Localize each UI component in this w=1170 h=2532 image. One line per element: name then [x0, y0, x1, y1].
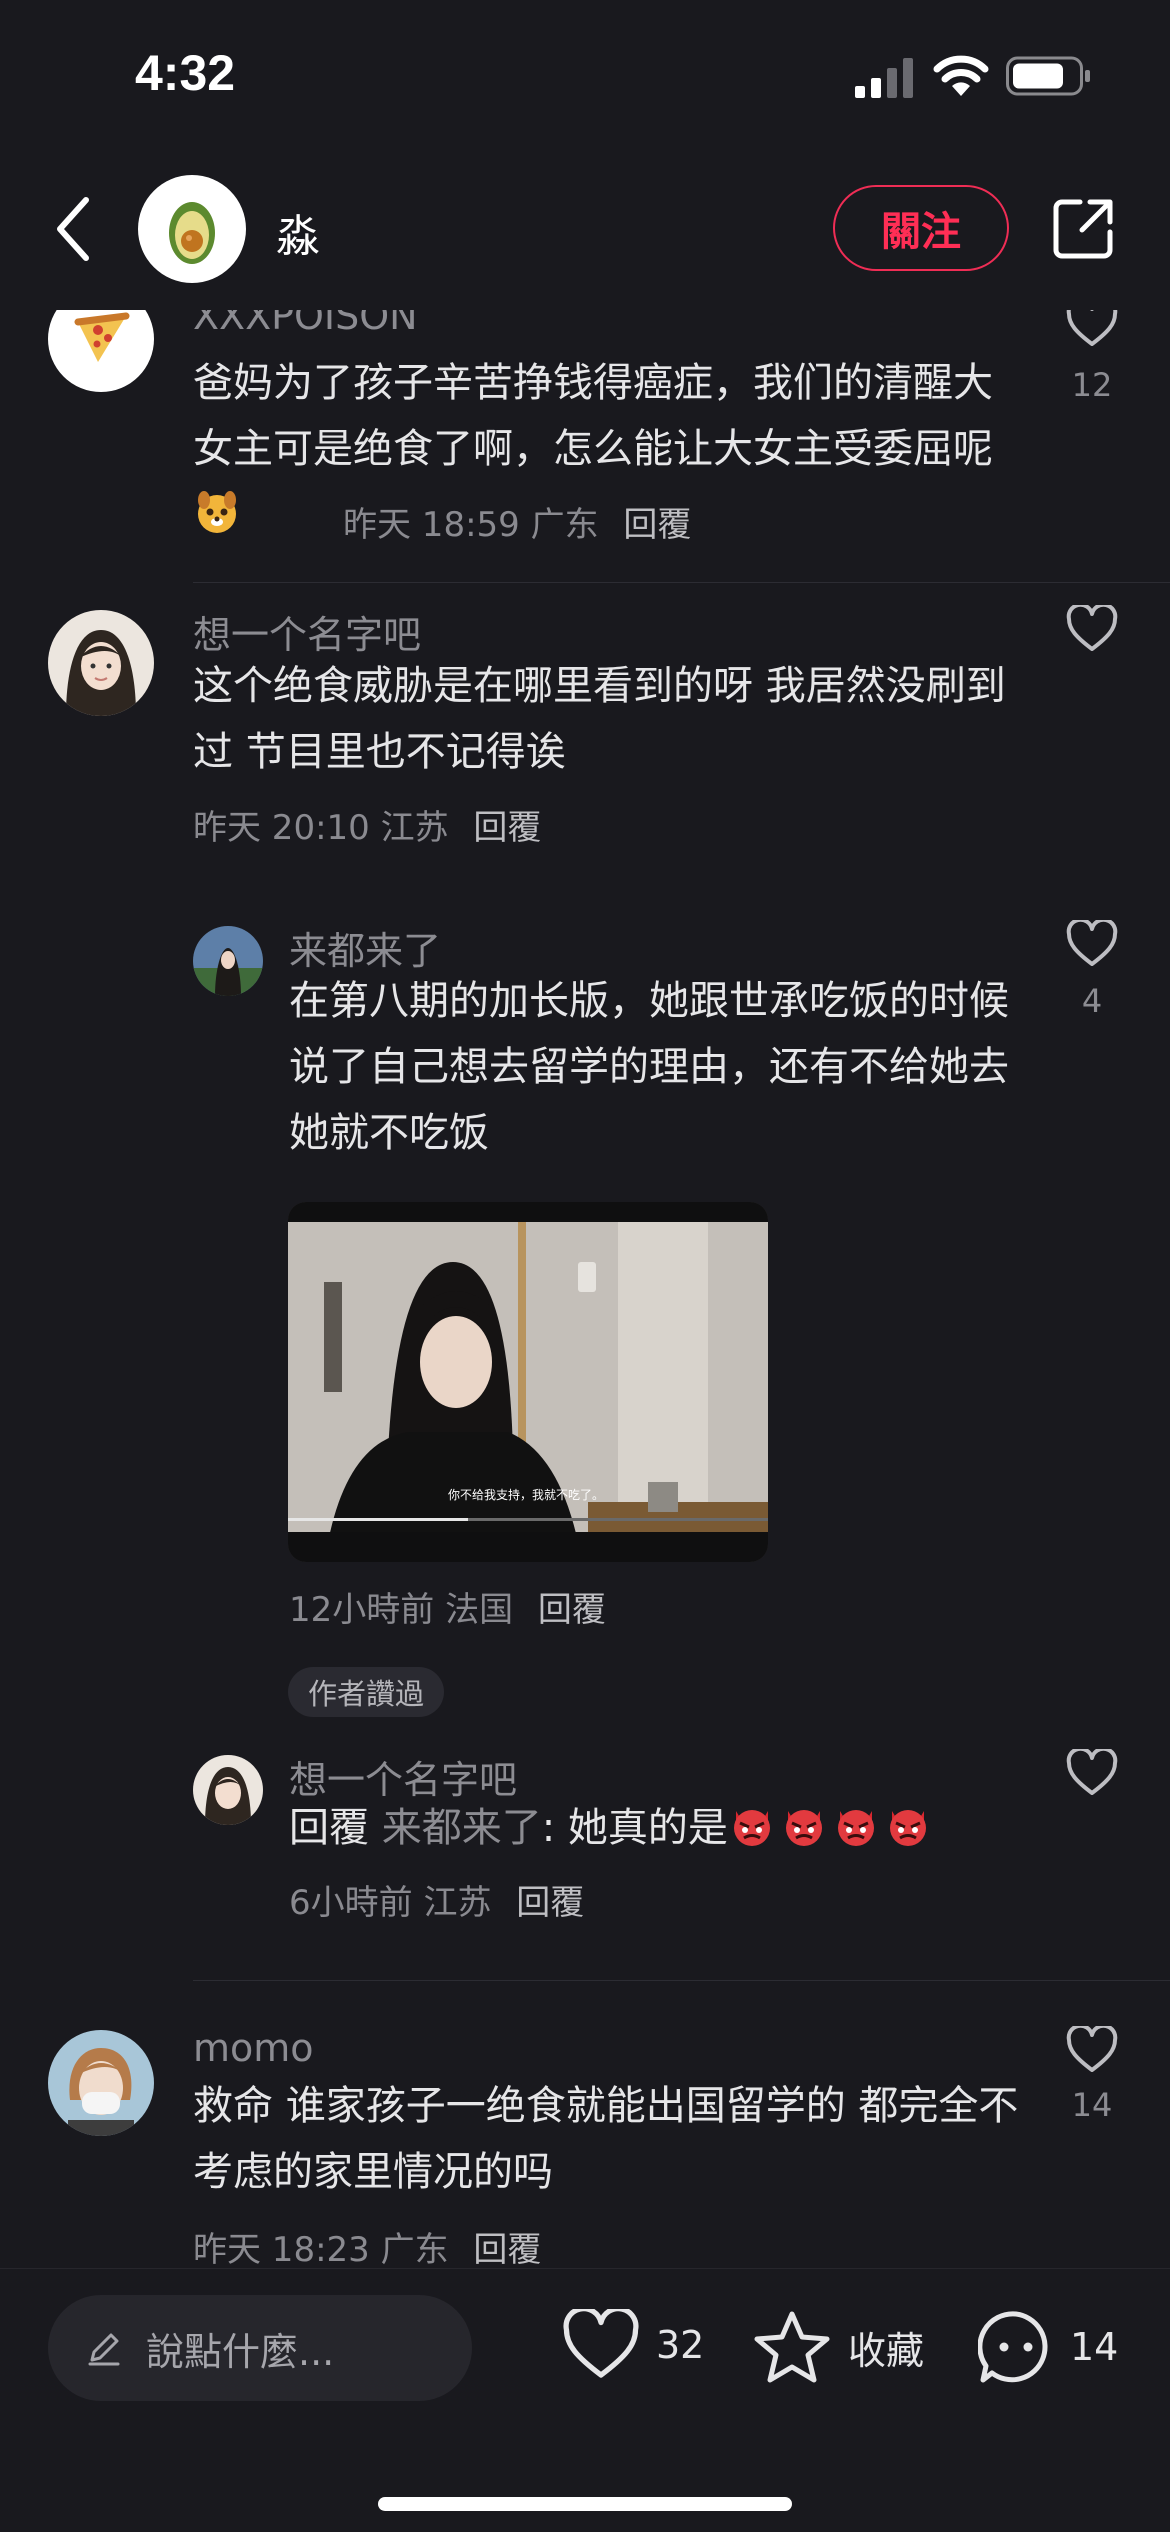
author-liked-badge: 作者讚過	[288, 1667, 445, 1717]
reply-item: 来都来了 在第八期的加长版，她跟世承吃饭的时候说了自己想去留学的理由，还有不给她…	[0, 920, 1170, 1630]
comment-text: 在第八期的加长版，她跟世承吃饭的时候说了自己想去留学的理由，还有不给她去她就不吃…	[289, 978, 1009, 1156]
comment-button[interactable]: 14	[978, 2309, 1118, 2385]
comment-image[interactable]: 你不给我支持，我就不吃了。	[288, 1202, 768, 1562]
user-avatar[interactable]	[48, 310, 154, 392]
user-avatar[interactable]	[48, 610, 154, 716]
video-subtitle: 你不给我支持，我就不吃了。	[448, 1488, 605, 1502]
comment-meta: 6小時前 江苏 回覆	[289, 1875, 584, 1924]
collect-label: 收藏	[848, 2328, 925, 2373]
comment-time: 昨天 18:59	[343, 505, 520, 545]
comment-item: momo 救命 谁家孩子一绝食就能出国留学的 都完全不考虑的家里情况的吗 昨天 …	[0, 2026, 1170, 2268]
comment-time: 6小時前	[289, 1883, 413, 1923]
angry-devil-emoji-icon	[889, 1810, 926, 1846]
reply-button[interactable]: 回覆	[473, 808, 541, 848]
comment-text: 这个绝食威胁是在哪里看到的呀 我居然没刷到过 节目里也不记得诶	[193, 663, 1006, 775]
comment-count: 14	[1070, 2325, 1119, 2369]
angry-devil-emoji-icon	[733, 1810, 770, 1846]
user-avatar[interactable]	[193, 926, 263, 996]
home-indicator[interactable]	[378, 2497, 792, 2511]
like-count: 32	[656, 2323, 705, 2367]
portrait-icon	[66, 630, 136, 716]
collect-button[interactable]: 收藏	[752, 2309, 924, 2385]
pencil-icon	[88, 2333, 120, 2366]
like-count: 12	[1071, 366, 1113, 404]
heart-icon[interactable]	[1066, 1749, 1118, 1797]
comment-location: 江苏	[423, 1883, 492, 1923]
reply-to-name[interactable]: 来都来了	[382, 1805, 542, 1851]
status-time: 4:32	[135, 45, 236, 101]
portrait-icon	[68, 2048, 134, 2136]
star-icon	[754, 2311, 830, 2383]
comment-input-placeholder: 說點什麼...	[146, 2329, 335, 2374]
reply-prefix: 回覆	[289, 1805, 369, 1851]
bottom-bar: 說點什麼... 32 收藏 14	[0, 2268, 1170, 2532]
comment-time: 昨天 18:23	[193, 2230, 370, 2268]
heart-icon[interactable]	[1066, 920, 1118, 968]
like-count: 14	[1071, 2086, 1113, 2124]
comment-input[interactable]: 說點什麼...	[48, 2295, 472, 2401]
reply-item: 想一个名字吧 回覆 来都来了: 她真的是 6小時前 江苏 回覆	[0, 1749, 1170, 1975]
comment-username[interactable]: momo	[193, 2026, 314, 2070]
signal-icon	[855, 58, 913, 98]
heart-icon[interactable]	[1066, 2026, 1118, 2074]
comment-text: 回覆 来都来了: 她真的是	[289, 1795, 1049, 1861]
portrait-icon	[205, 1767, 251, 1825]
wifi-icon	[933, 55, 989, 96]
heart-icon	[563, 2309, 639, 2378]
dog-emoji-icon	[198, 491, 236, 533]
battery-icon	[1006, 56, 1090, 96]
author-avatar[interactable]	[138, 175, 246, 283]
comment-username[interactable]: 来都来了	[289, 920, 441, 975]
avocado-icon	[169, 202, 215, 264]
comment-username[interactable]: XXXPOISON	[193, 310, 418, 338]
video-still-image	[288, 1202, 768, 1562]
comment-meta: 昨天 20:10 江苏 回覆	[193, 800, 541, 849]
post-header: 淼 關注	[0, 150, 1170, 310]
like-button[interactable]: 32	[562, 2309, 704, 2381]
comment-location: 广东	[380, 2230, 449, 2268]
angry-devil-emoji-icon	[837, 1810, 874, 1846]
divider	[193, 582, 1170, 583]
share-icon[interactable]	[1050, 196, 1116, 262]
comment-location: 法国	[445, 1590, 514, 1630]
comment-item: XXXPOISON 爸妈为了孩子辛苦挣钱得癌症，我们的清醒大女主可是绝食了啊，怎…	[0, 310, 1170, 580]
comment-list[interactable]: XXXPOISON 爸妈为了孩子辛苦挣钱得癌症，我们的清醒大女主可是绝食了啊，怎…	[0, 310, 1170, 2268]
heart-icon[interactable]	[1066, 605, 1118, 653]
user-avatar[interactable]	[48, 2030, 154, 2136]
heart-icon[interactable]	[1066, 310, 1118, 348]
status-bar: 4:32	[0, 0, 1170, 150]
user-avatar[interactable]	[193, 1755, 263, 1825]
comment-username[interactable]: 想一个名字吧	[193, 604, 421, 659]
reply-button[interactable]: 回覆	[623, 505, 691, 545]
comment-location: 广东	[530, 505, 599, 545]
follow-button[interactable]: 關注	[833, 185, 1009, 271]
angry-devil-emoji-icon	[785, 1810, 822, 1846]
comment-item: 想一个名字吧 这个绝食威胁是在哪里看到的呀 我居然没刷到过 节目里也不记得诶 昨…	[0, 605, 1170, 870]
like-count: 4	[1081, 982, 1103, 1020]
reply-button[interactable]: 回覆	[538, 1590, 606, 1630]
reply-button[interactable]: 回覆	[473, 2230, 541, 2268]
comment-meta: 12小時前 法国 回覆	[289, 1582, 606, 1631]
comment-meta: 昨天 18:59 广东 回覆	[343, 497, 691, 546]
divider	[193, 1980, 1170, 1981]
pizza-icon	[74, 312, 130, 362]
back-icon[interactable]	[50, 194, 96, 264]
comment-location: 江苏	[380, 808, 449, 848]
reply-button[interactable]: 回覆	[516, 1883, 584, 1923]
comment-text: 救命 谁家孩子一绝食就能出国留学的 都完全不考虑的家里情况的吗	[193, 2083, 1019, 2195]
author-name[interactable]: 淼	[276, 200, 320, 264]
comment-icon	[978, 2311, 1048, 2383]
comment-meta: 昨天 18:23 广东 回覆	[193, 2222, 541, 2268]
portrait-icon	[193, 948, 263, 996]
comment-time: 昨天 20:10	[193, 808, 370, 848]
comment-time: 12小時前	[289, 1590, 435, 1630]
